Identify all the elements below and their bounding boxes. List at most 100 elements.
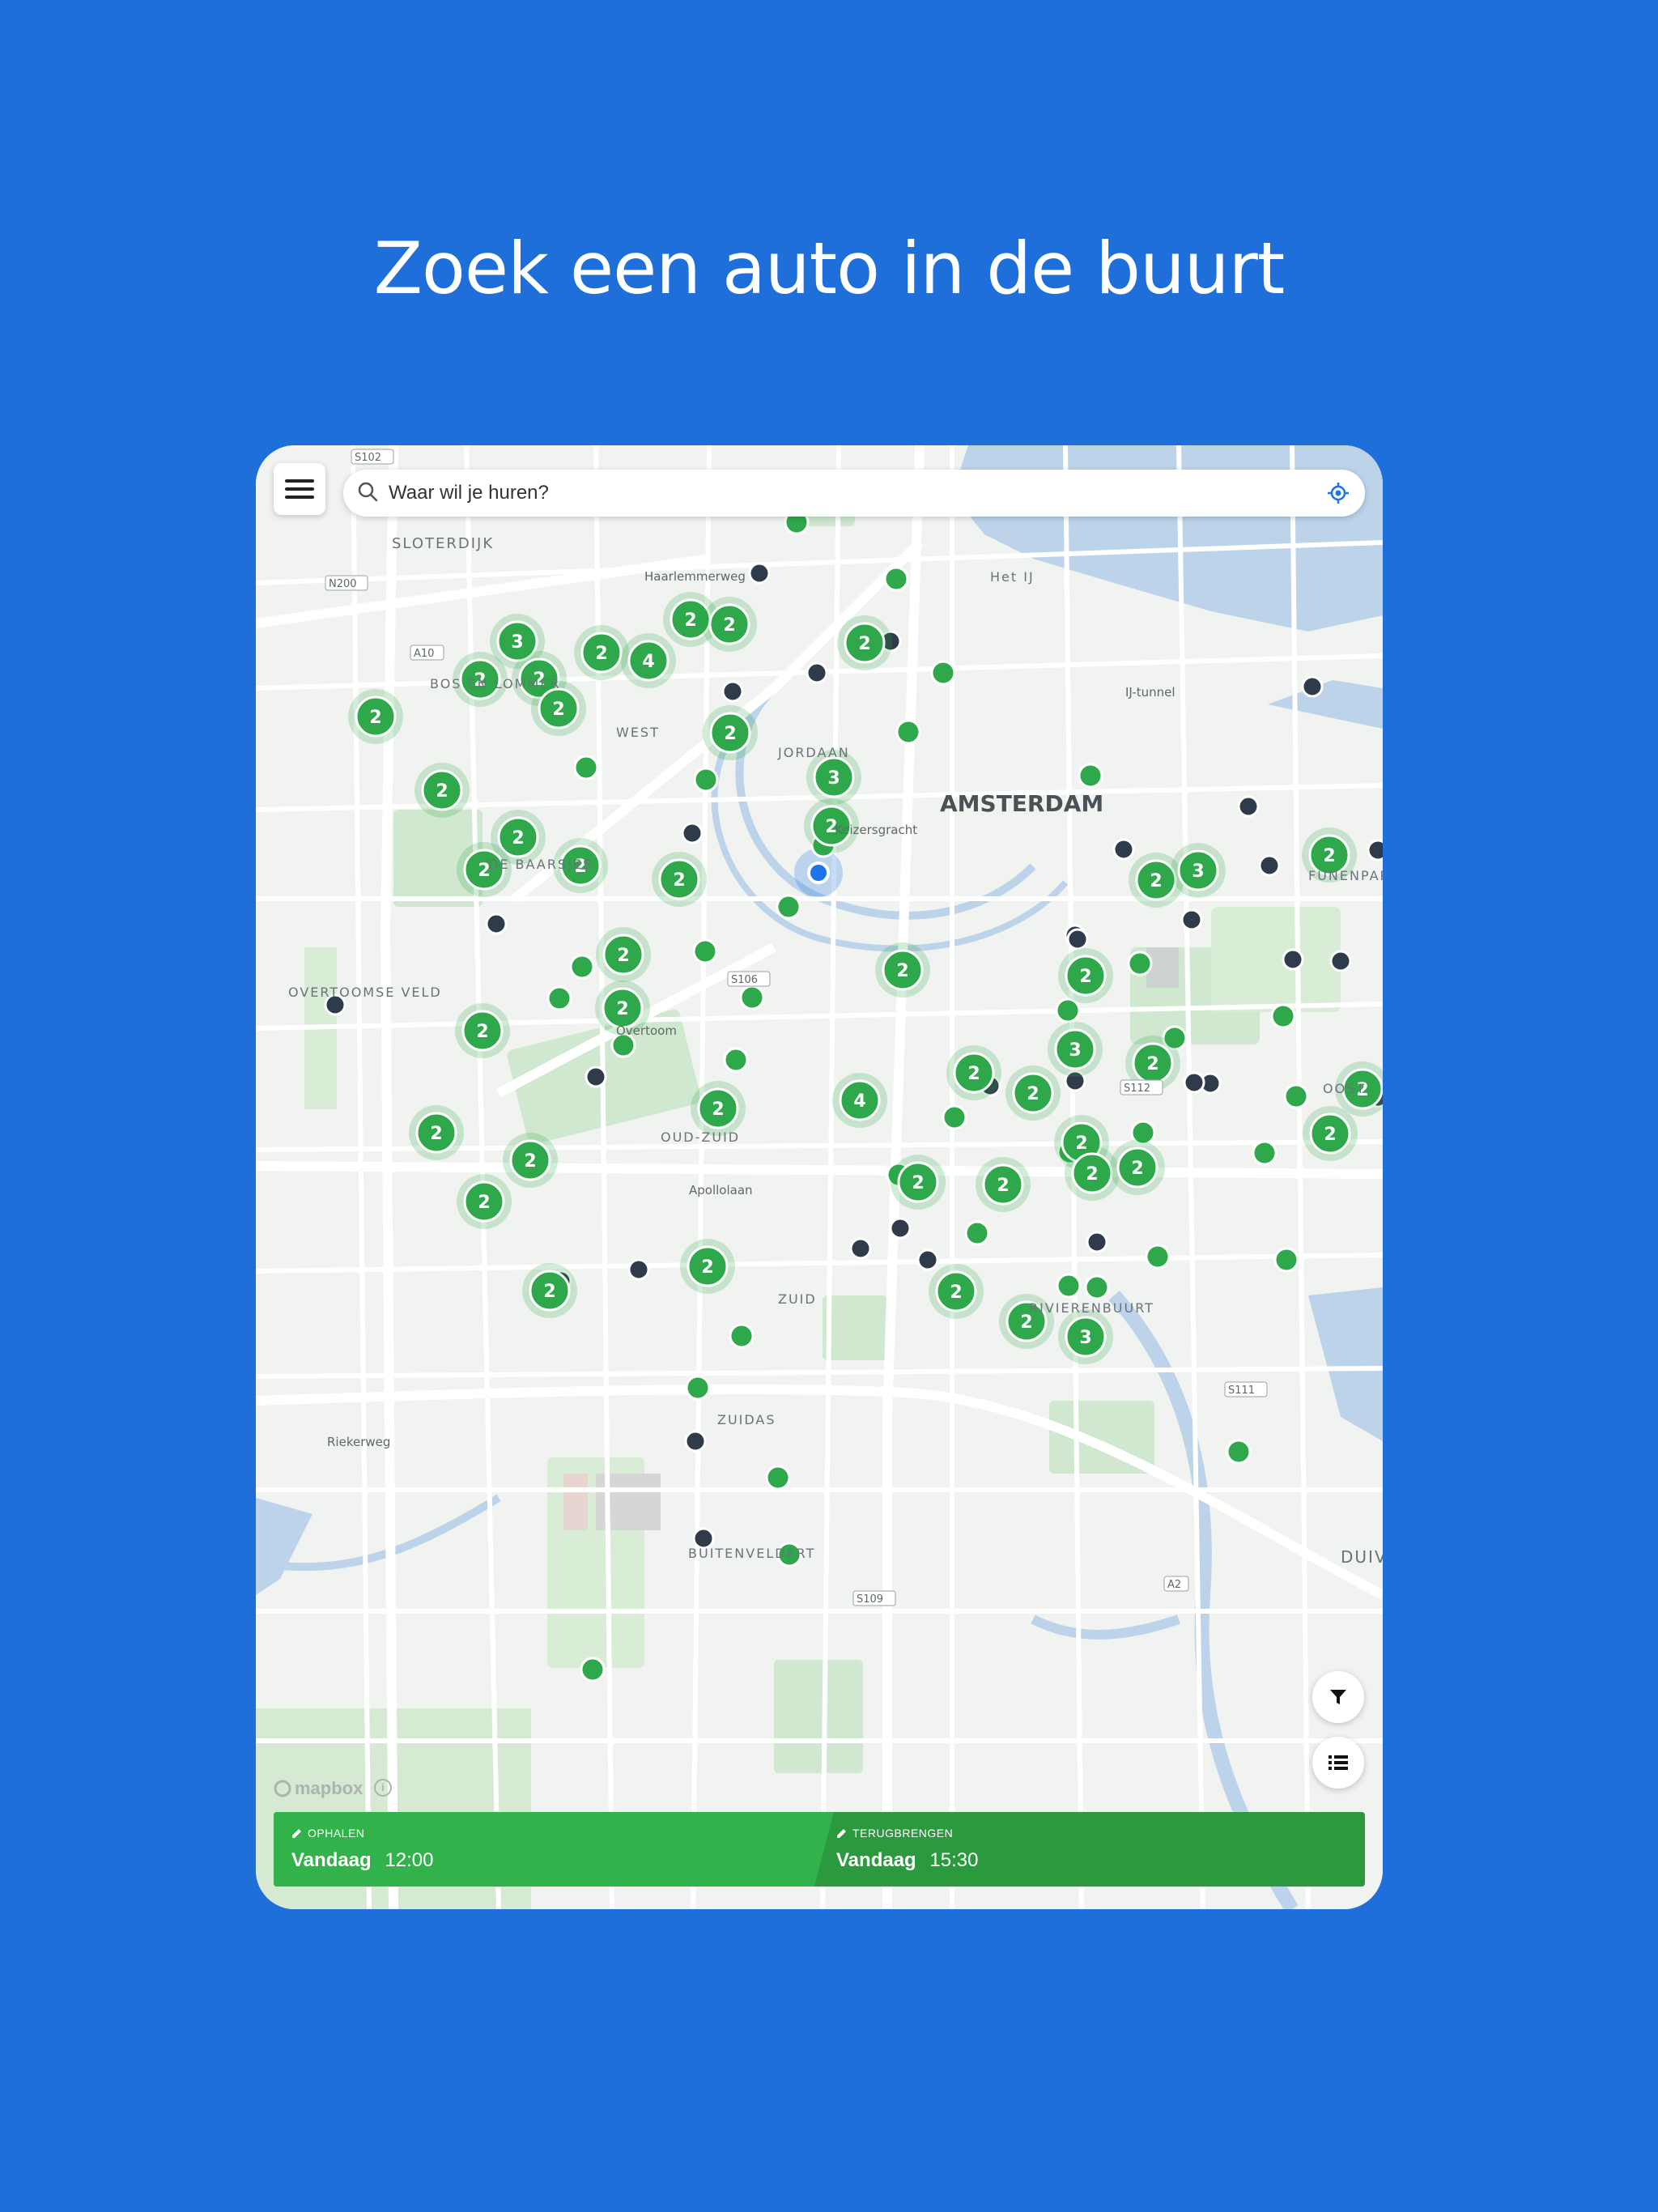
search-bar[interactable]: Waar wil je huren? bbox=[343, 470, 1365, 517]
car-marker-unavailable[interactable] bbox=[1183, 1071, 1205, 1094]
car-marker-unavailable[interactable] bbox=[1258, 854, 1281, 877]
car-marker-available[interactable] bbox=[693, 767, 719, 793]
cluster-count: 2 bbox=[369, 708, 381, 728]
car-marker-available[interactable] bbox=[685, 1375, 711, 1401]
car-marker-unavailable[interactable] bbox=[1367, 839, 1383, 861]
car-marker-unavailable[interactable] bbox=[849, 1237, 872, 1260]
car-cluster-marker[interactable]: 2 bbox=[457, 1174, 512, 1229]
car-cluster-marker[interactable]: 2 bbox=[691, 1081, 746, 1136]
car-cluster-marker[interactable]: 2 bbox=[875, 942, 930, 998]
car-cluster-marker[interactable]: 2 bbox=[976, 1157, 1031, 1212]
car-cluster-marker[interactable]: 2 bbox=[703, 705, 758, 760]
car-marker-available[interactable] bbox=[546, 985, 572, 1011]
pencil-icon bbox=[292, 1829, 301, 1838]
car-marker-available[interactable] bbox=[1127, 951, 1153, 976]
car-marker-unavailable[interactable] bbox=[1237, 795, 1260, 818]
car-marker-available[interactable] bbox=[776, 894, 801, 920]
car-cluster-marker[interactable]: 2 bbox=[929, 1264, 984, 1319]
car-cluster-marker[interactable]: 4 bbox=[832, 1073, 887, 1128]
car-cluster-marker[interactable]: 2 bbox=[1058, 948, 1113, 1003]
car-cluster-marker[interactable]: 2 bbox=[1303, 1106, 1358, 1161]
car-marker-available[interactable] bbox=[765, 1465, 791, 1491]
district-label: ZUIDAS bbox=[717, 1412, 776, 1427]
car-cluster-marker[interactable]: 2 bbox=[348, 689, 403, 744]
map[interactable]: 2 232 2222 42223222 22 2 3222 222232422222222 22… bbox=[256, 445, 1383, 1909]
car-cluster-marker[interactable]: 2 bbox=[414, 763, 470, 818]
cluster-count: 3 bbox=[1192, 861, 1204, 882]
car-marker-unavailable[interactable] bbox=[721, 680, 744, 703]
car-marker-available[interactable] bbox=[1252, 1140, 1278, 1166]
crosshair-icon[interactable] bbox=[1326, 481, 1350, 505]
menu-button[interactable] bbox=[274, 463, 325, 515]
filter-button[interactable] bbox=[1312, 1671, 1364, 1723]
car-marker-unavailable[interactable] bbox=[1086, 1231, 1108, 1253]
car-cluster-marker[interactable]: 2 bbox=[891, 1155, 946, 1210]
car-cluster-marker[interactable]: 2 bbox=[503, 1133, 558, 1188]
car-marker-available[interactable] bbox=[1273, 1247, 1299, 1273]
car-cluster-marker[interactable]: 2 bbox=[680, 1239, 735, 1294]
car-marker-unavailable[interactable] bbox=[485, 912, 508, 935]
car-marker-unavailable[interactable] bbox=[684, 1430, 707, 1453]
cluster-count: 3 bbox=[827, 768, 840, 789]
car-cluster-marker[interactable]: 2 bbox=[455, 1003, 510, 1058]
car-marker-available[interactable] bbox=[1055, 998, 1081, 1023]
car-cluster-marker[interactable]: 2 bbox=[946, 1045, 1001, 1100]
car-marker-available[interactable] bbox=[580, 1657, 606, 1682]
car-cluster-marker[interactable]: 2 bbox=[574, 625, 629, 680]
car-cluster-marker[interactable]: 2 bbox=[652, 852, 707, 907]
car-marker-available[interactable] bbox=[1283, 1083, 1309, 1109]
car-marker-available[interactable] bbox=[569, 954, 595, 980]
car-marker-available[interactable] bbox=[739, 985, 765, 1010]
car-marker-available[interactable] bbox=[692, 938, 718, 964]
car-cluster-marker[interactable]: 3 bbox=[1048, 1022, 1103, 1077]
car-marker-available[interactable] bbox=[1270, 1003, 1296, 1029]
car-marker-unavailable[interactable] bbox=[1180, 908, 1203, 931]
car-marker-unavailable[interactable] bbox=[1329, 950, 1352, 972]
mapbox-attribution[interactable]: mapbox bbox=[274, 1778, 363, 1799]
district-label: ZUID bbox=[778, 1291, 817, 1307]
car-marker-available[interactable] bbox=[1056, 1273, 1082, 1299]
car-marker-available[interactable] bbox=[942, 1104, 967, 1130]
car-cluster-marker[interactable]: 2 bbox=[1005, 1066, 1061, 1121]
cluster-count: 2 bbox=[1146, 1054, 1158, 1074]
road-label: A2 bbox=[1167, 1579, 1181, 1591]
car-cluster-marker[interactable]: 2 bbox=[596, 927, 651, 982]
cluster-count: 2 bbox=[684, 610, 696, 631]
car-marker-available[interactable] bbox=[729, 1323, 755, 1349]
district-label: OOST bbox=[1323, 1081, 1366, 1096]
car-marker-available[interactable] bbox=[1226, 1439, 1252, 1465]
mapbox-logo-icon bbox=[274, 1780, 291, 1797]
car-marker-unavailable[interactable] bbox=[1112, 838, 1135, 861]
car-marker-available[interactable] bbox=[895, 719, 921, 745]
search-input[interactable]: Waar wil je huren? bbox=[389, 482, 549, 504]
car-cluster-marker[interactable]: 3 bbox=[1171, 843, 1226, 898]
car-marker-unavailable[interactable] bbox=[585, 1066, 607, 1088]
car-cluster-marker[interactable]: 2 bbox=[1110, 1140, 1165, 1195]
car-cluster-marker[interactable]: 2 bbox=[837, 615, 892, 670]
car-marker-unavailable[interactable] bbox=[681, 822, 704, 844]
car-marker-available[interactable] bbox=[1084, 1274, 1110, 1300]
car-marker-unavailable[interactable] bbox=[916, 1249, 939, 1271]
car-marker-available[interactable] bbox=[723, 1047, 749, 1073]
car-marker-available[interactable] bbox=[930, 660, 956, 686]
car-marker-unavailable[interactable] bbox=[1301, 675, 1324, 698]
car-cluster-marker[interactable]: 2 bbox=[522, 1263, 577, 1318]
info-icon[interactable]: i bbox=[374, 1779, 392, 1797]
car-marker-available[interactable] bbox=[964, 1220, 990, 1246]
car-cluster-marker[interactable]: 3 bbox=[1058, 1309, 1113, 1364]
car-marker-unavailable[interactable] bbox=[1066, 928, 1089, 951]
pickup-value: Vandaag 12:00 bbox=[291, 1849, 433, 1872]
car-marker-available[interactable] bbox=[883, 566, 909, 592]
car-marker-unavailable[interactable] bbox=[627, 1258, 650, 1281]
car-cluster-marker[interactable]: 4 bbox=[621, 633, 676, 688]
car-marker-available[interactable] bbox=[573, 755, 599, 781]
car-cluster-marker[interactable]: 2 bbox=[409, 1105, 464, 1160]
car-cluster-marker[interactable]: 2 bbox=[702, 597, 757, 652]
car-marker-unavailable[interactable] bbox=[748, 562, 771, 585]
car-marker-available[interactable] bbox=[1145, 1244, 1171, 1270]
car-marker-unavailable[interactable] bbox=[806, 661, 828, 684]
car-marker-available[interactable] bbox=[1078, 763, 1103, 789]
car-marker-unavailable[interactable] bbox=[1282, 948, 1304, 971]
car-marker-unavailable[interactable] bbox=[889, 1217, 912, 1240]
list-view-button[interactable] bbox=[1312, 1737, 1364, 1789]
